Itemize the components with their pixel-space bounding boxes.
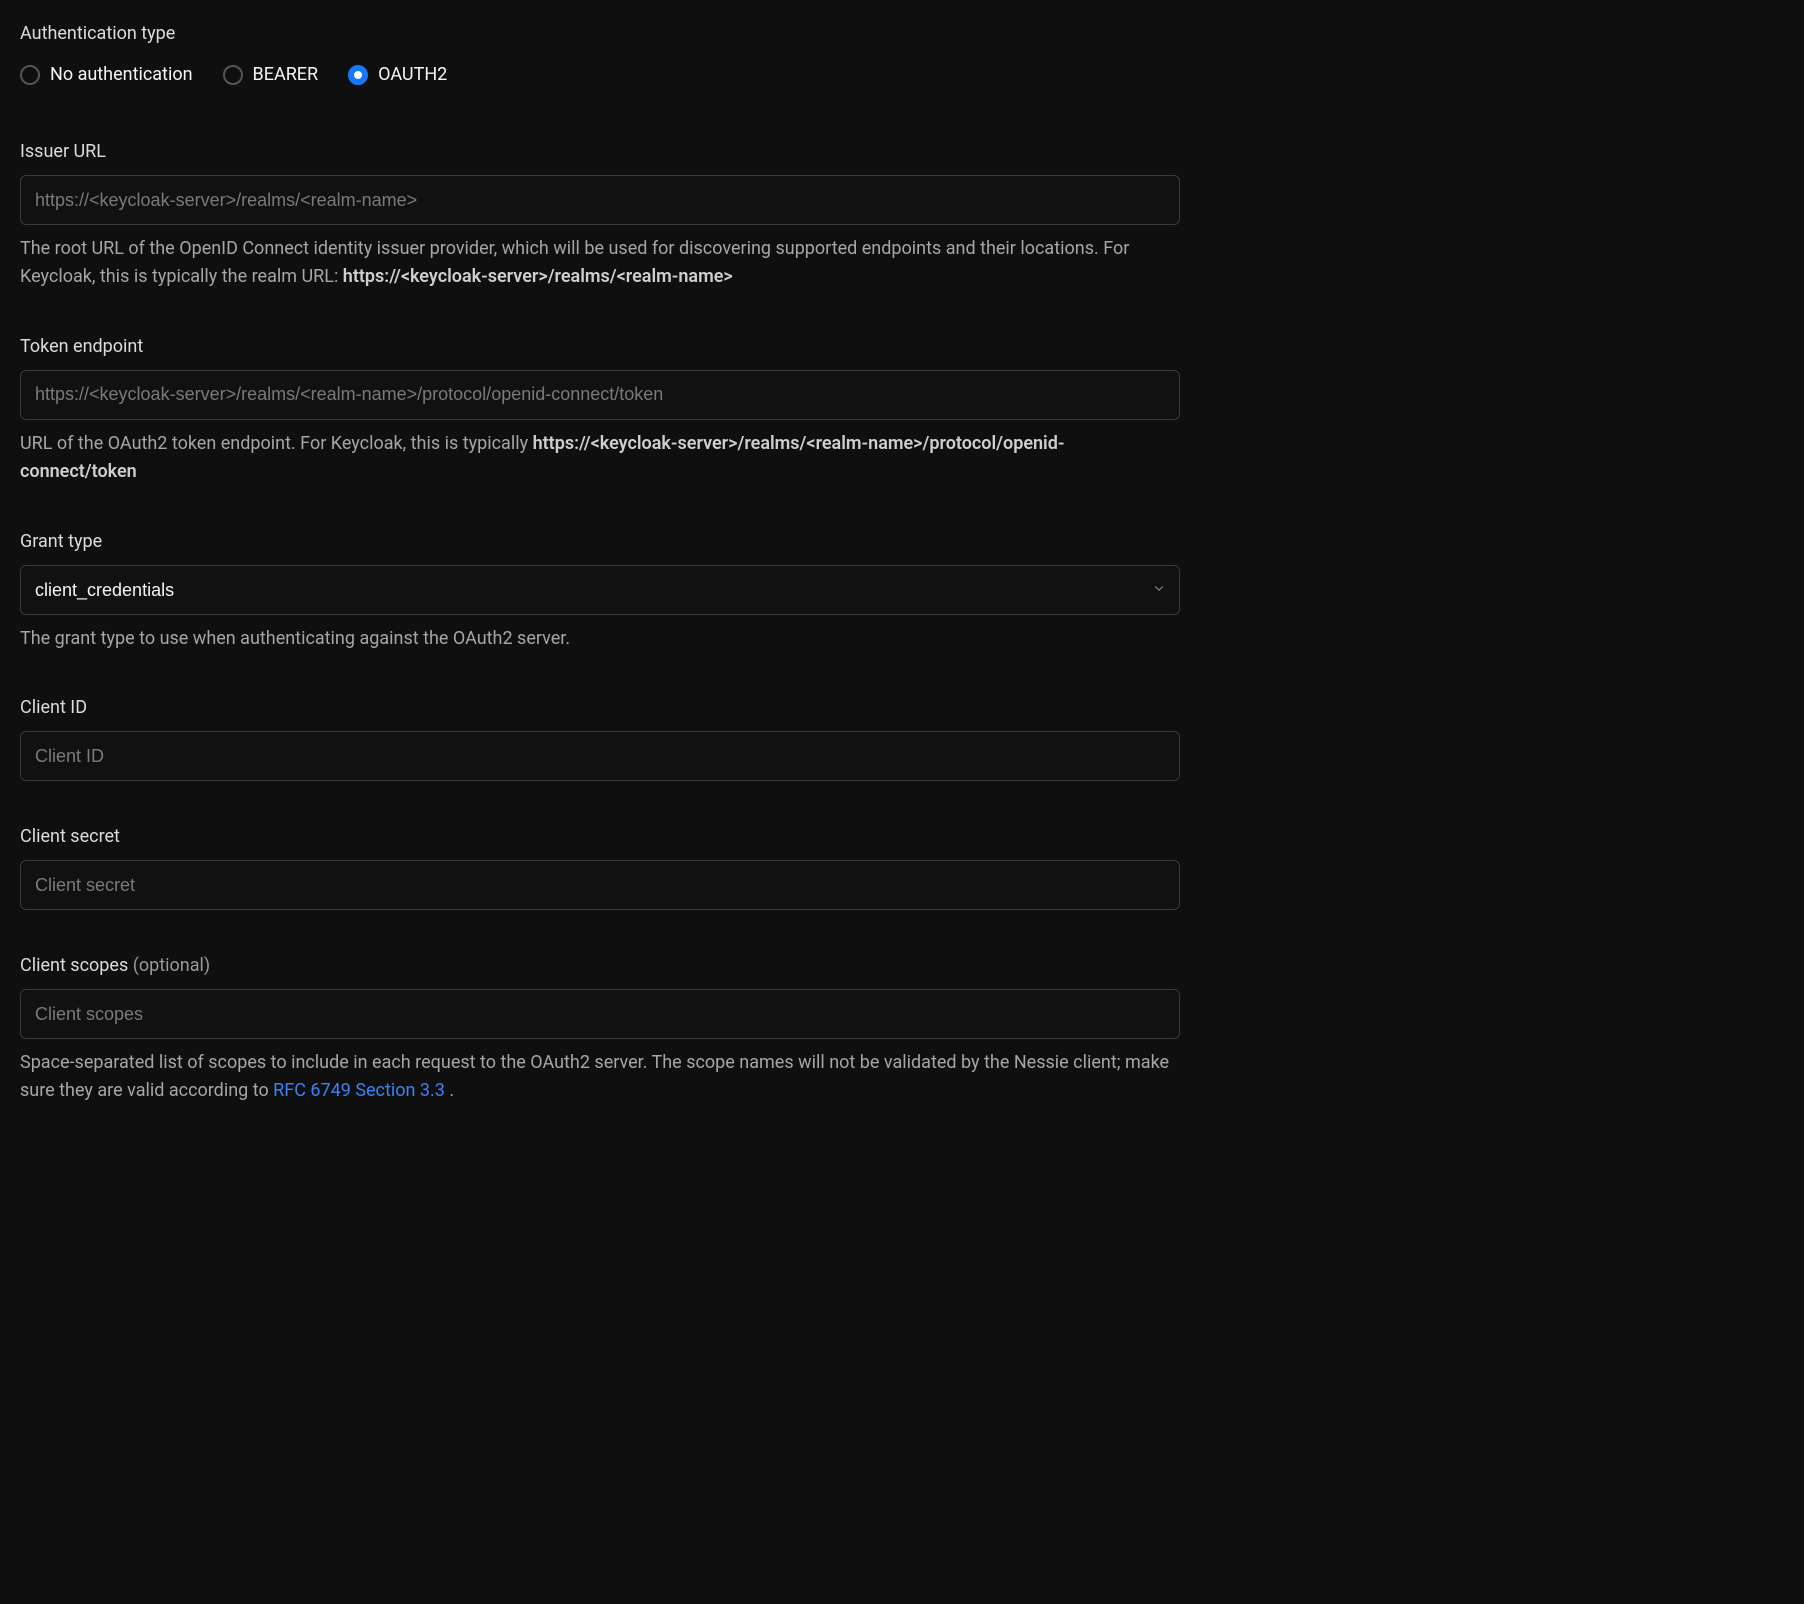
grant-type-help: The grant type to use when authenticatin… — [20, 625, 1180, 653]
grant-type-group: Grant type client_credentials The grant … — [20, 528, 1180, 653]
token-endpoint-help-pre: URL of the OAuth2 token endpoint. For Ke… — [20, 433, 533, 454]
radio-oauth2[interactable]: OAUTH2 — [348, 61, 447, 88]
radio-bearer[interactable]: BEARER — [223, 61, 319, 88]
radio-no-auth-label: No authentication — [50, 61, 193, 88]
client-scopes-label: Client scopes — [20, 955, 128, 976]
issuer-url-help-bold: https://<keycloak-server>/realms/<realm-… — [343, 266, 733, 287]
client-scopes-help: Space-separated list of scopes to includ… — [20, 1049, 1180, 1105]
grant-type-label: Grant type — [20, 528, 1180, 555]
radio-icon — [348, 65, 368, 85]
client-secret-label: Client secret — [20, 823, 1180, 850]
client-scopes-help-pre: Space-separated list of scopes to includ… — [20, 1052, 1169, 1101]
client-scopes-help-link[interactable]: RFC 6749 Section 3.3 — [273, 1080, 445, 1101]
token-endpoint-help: URL of the OAuth2 token endpoint. For Ke… — [20, 430, 1180, 486]
issuer-url-group: Issuer URL The root URL of the OpenID Co… — [20, 138, 1180, 291]
client-scopes-help-post: . — [445, 1080, 454, 1101]
auth-type-radio-group: No authentication BEARER OAUTH2 — [20, 61, 1180, 88]
client-scopes-optional: (optional) — [128, 955, 210, 976]
issuer-url-input[interactable] — [20, 175, 1180, 225]
issuer-url-label: Issuer URL — [20, 138, 1180, 165]
radio-icon — [20, 65, 40, 85]
client-secret-group: Client secret — [20, 823, 1180, 910]
radio-bearer-label: BEARER — [253, 61, 319, 88]
token-endpoint-label: Token endpoint — [20, 333, 1180, 360]
client-scopes-group: Client scopes (optional) Space-separated… — [20, 952, 1180, 1105]
issuer-url-help: The root URL of the OpenID Connect ident… — [20, 235, 1180, 291]
token-endpoint-group: Token endpoint URL of the OAuth2 token e… — [20, 333, 1180, 486]
radio-no-auth[interactable]: No authentication — [20, 61, 193, 88]
client-secret-input[interactable] — [20, 860, 1180, 910]
radio-oauth2-label: OAUTH2 — [378, 61, 447, 88]
client-scopes-label-row: Client scopes (optional) — [20, 952, 1180, 979]
auth-type-label: Authentication type — [20, 20, 1180, 47]
token-endpoint-input[interactable] — [20, 370, 1180, 420]
client-id-group: Client ID — [20, 694, 1180, 781]
radio-icon — [223, 65, 243, 85]
grant-type-select[interactable]: client_credentials — [20, 565, 1180, 615]
client-scopes-input[interactable] — [20, 989, 1180, 1039]
client-id-input[interactable] — [20, 731, 1180, 781]
client-id-label: Client ID — [20, 694, 1180, 721]
